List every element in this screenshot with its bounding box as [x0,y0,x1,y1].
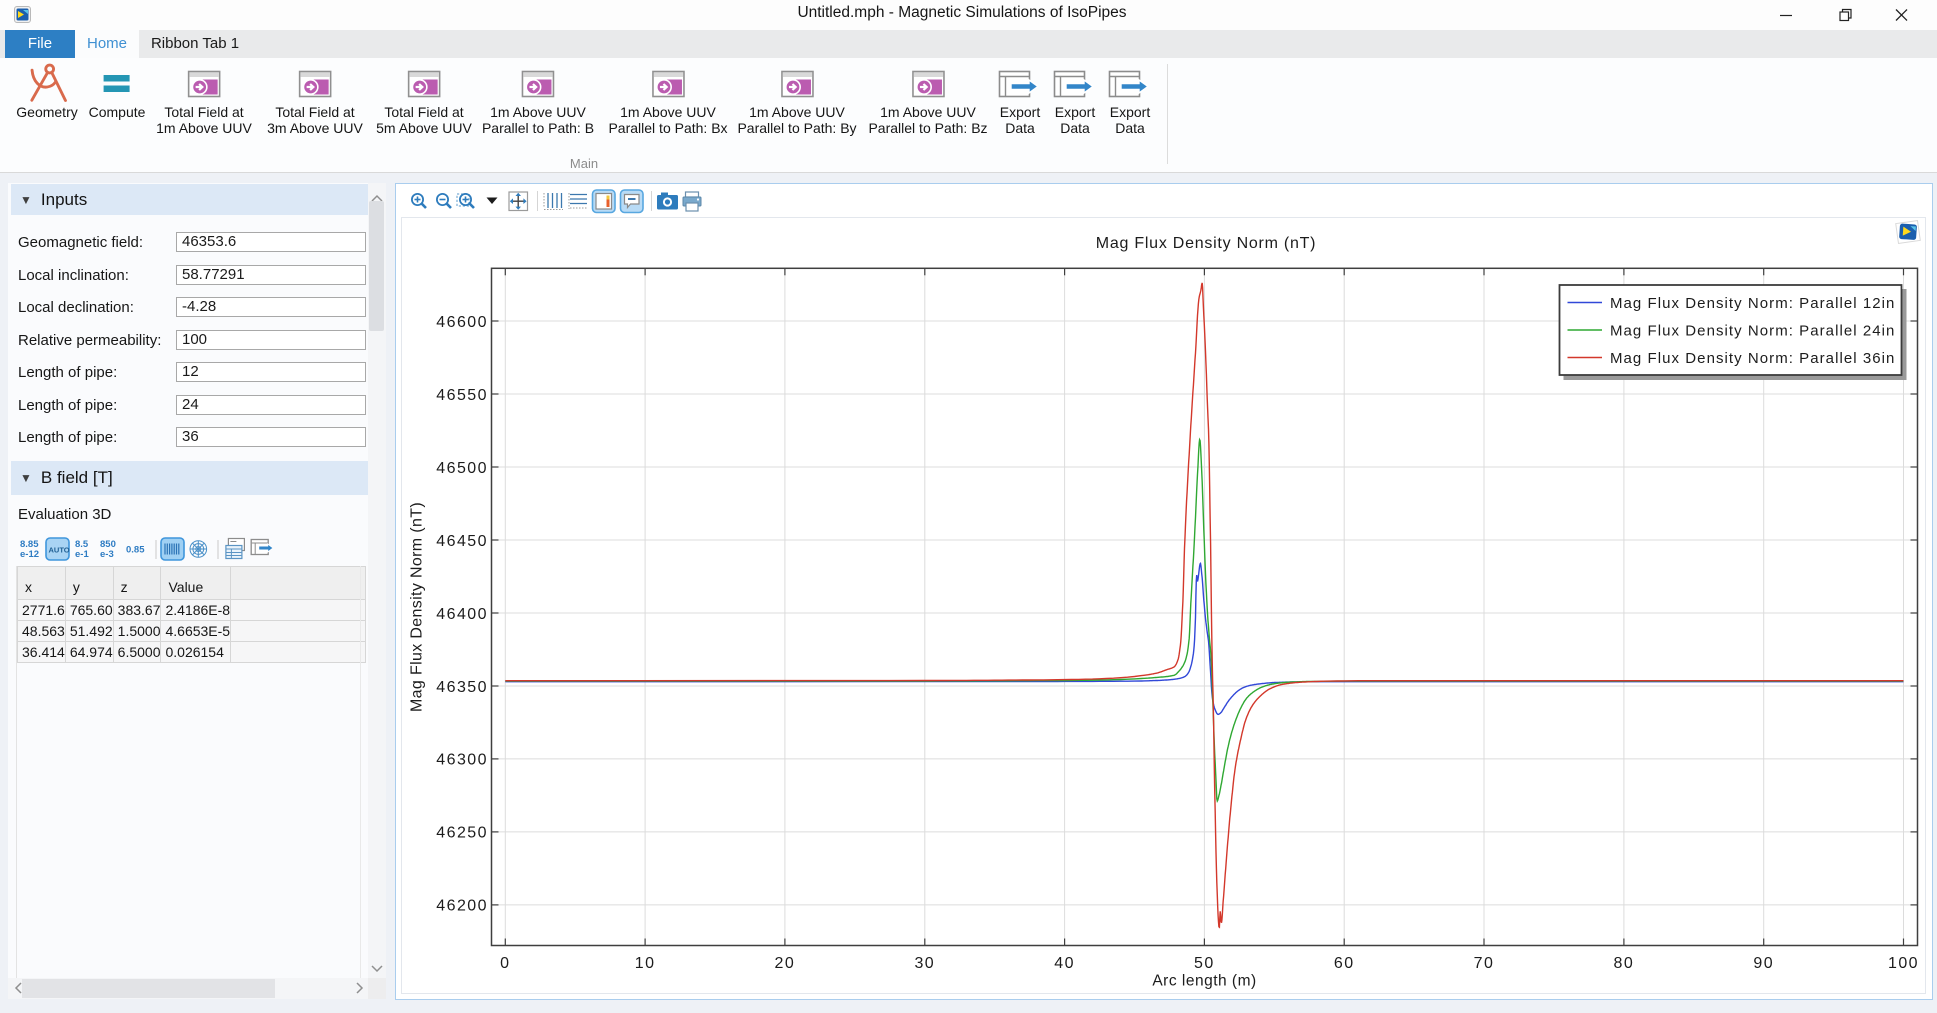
svg-text:100: 100 [1888,955,1919,972]
svg-text:30: 30 [914,955,935,972]
svg-text:46550: 46550 [436,387,488,404]
svg-text:10: 10 [635,955,656,972]
svg-text:46450: 46450 [436,533,488,550]
svg-text:46600: 46600 [436,314,488,331]
svg-text:e-1: e-1 [75,549,89,560]
svg-text:50: 50 [1194,955,1215,972]
svg-text:e-12: e-12 [20,549,39,560]
svg-text:Arc length (m): Arc length (m) [1152,973,1256,990]
svg-text:AUTO: AUTO [49,546,70,555]
svg-text:46350: 46350 [436,679,488,696]
svg-text:Mag Flux Density Norm: Paralle: Mag Flux Density Norm: Parallel 36in [1610,350,1895,367]
svg-text:46250: 46250 [436,825,488,842]
svg-text:Mag Flux Density Norm: Paralle: Mag Flux Density Norm: Parallel 24in [1610,322,1895,339]
svg-text:46300: 46300 [436,752,488,769]
svg-text:e-3: e-3 [100,549,114,560]
svg-text:20: 20 [775,955,796,972]
svg-text:46200: 46200 [436,898,488,915]
svg-text:60: 60 [1334,955,1355,972]
svg-text:70: 70 [1474,955,1495,972]
svg-text:Mag Flux Density Norm (nT): Mag Flux Density Norm (nT) [1096,235,1316,252]
svg-text:Mag Flux Density Norm (nT): Mag Flux Density Norm (nT) [409,502,426,712]
svg-text:40: 40 [1054,955,1075,972]
svg-text:0: 0 [500,955,510,972]
svg-text:46500: 46500 [436,460,488,477]
svg-text:46400: 46400 [436,606,488,623]
svg-text:Mag Flux Density Norm: Paralle: Mag Flux Density Norm: Parallel 12in [1610,295,1895,312]
svg-text:90: 90 [1753,955,1774,972]
svg-text:0.85: 0.85 [126,545,145,556]
svg-text:80: 80 [1614,955,1635,972]
